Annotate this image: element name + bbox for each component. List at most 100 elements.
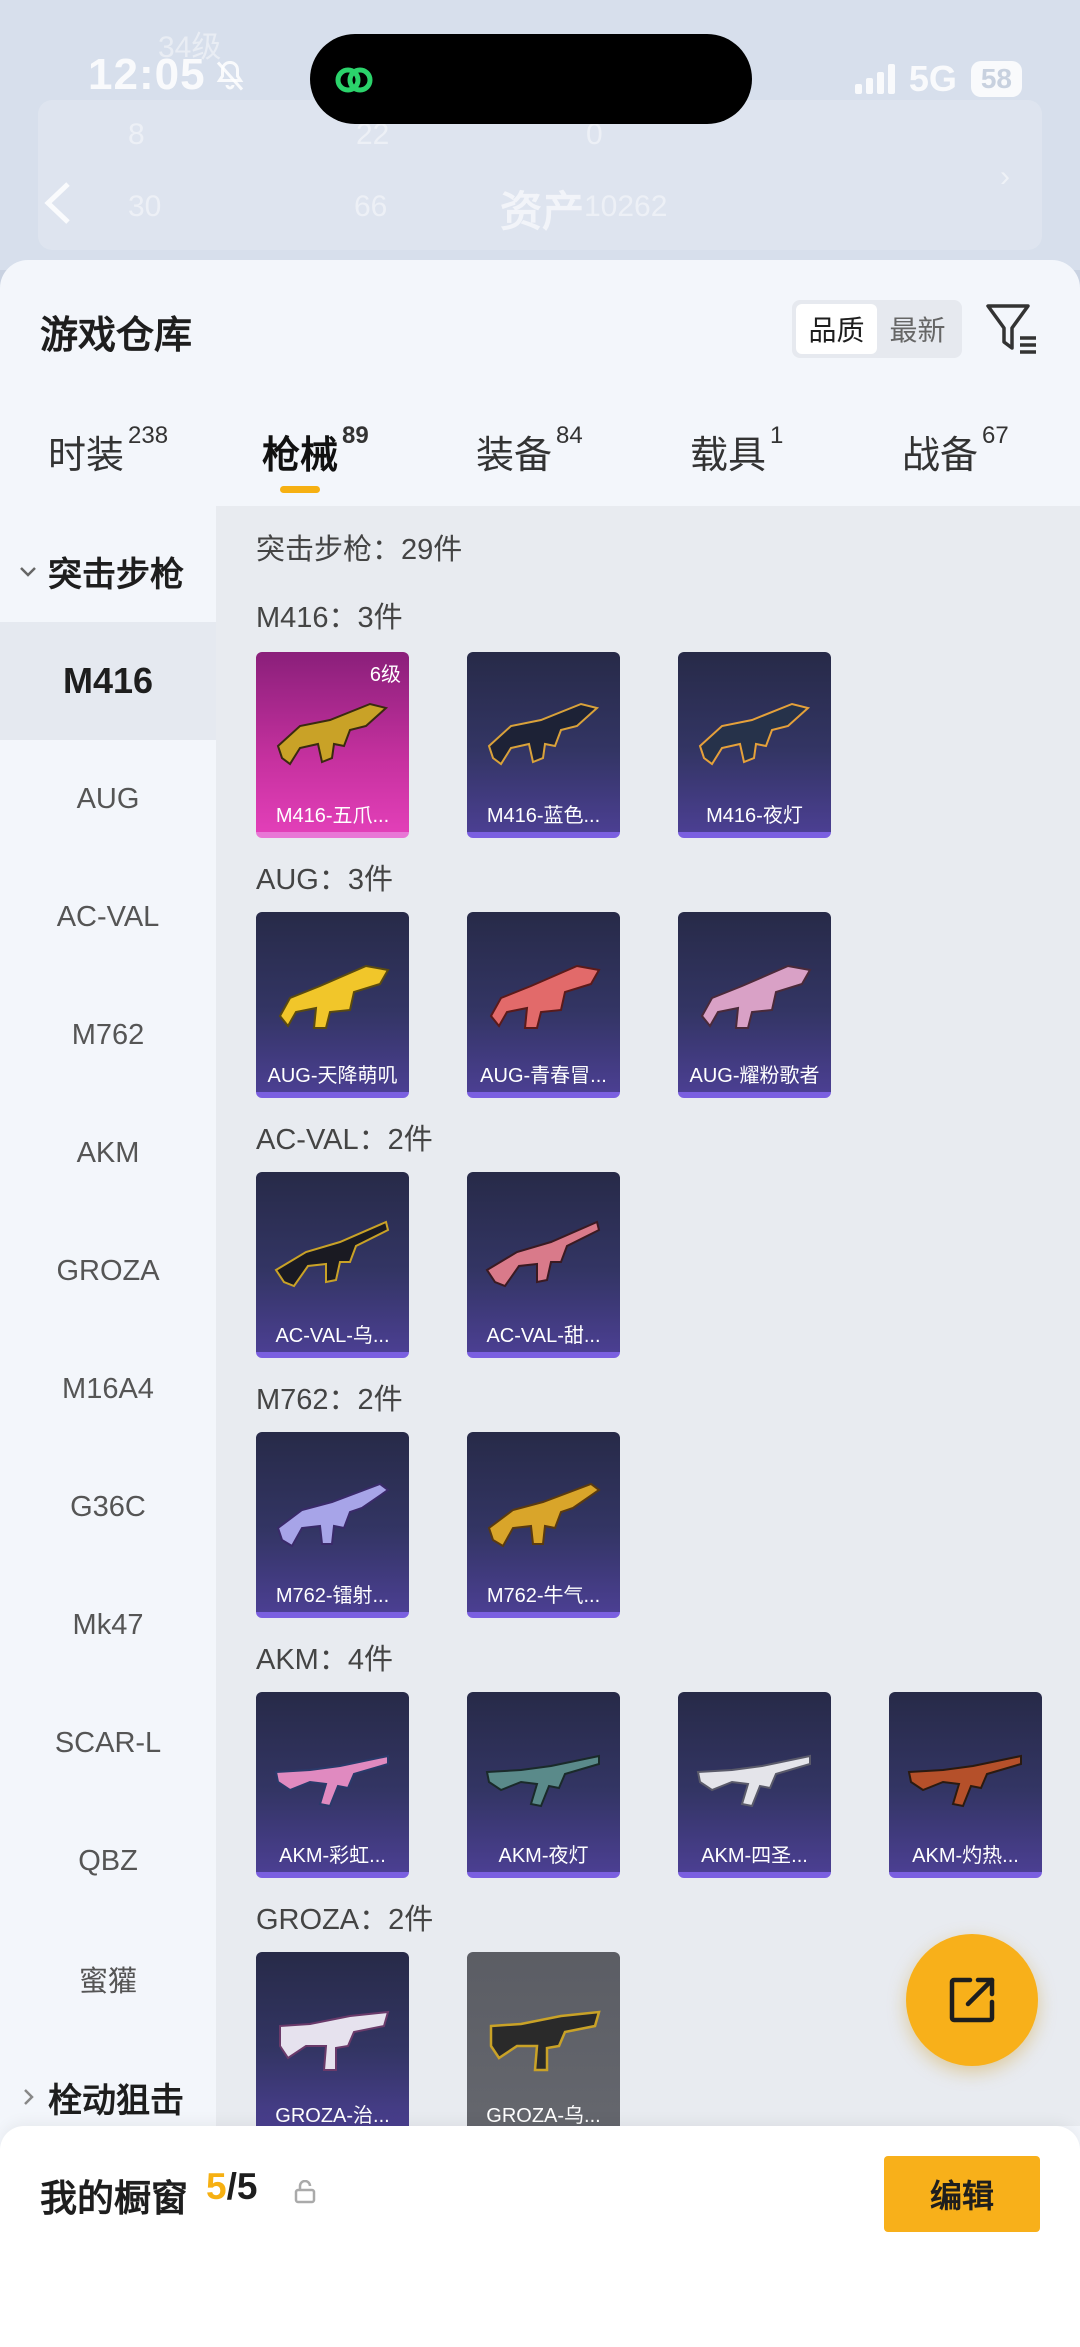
- weapon-card[interactable]: AKM-四圣...: [678, 1692, 831, 1878]
- sidebar-group-label: 栓动狙击: [48, 2081, 184, 2120]
- tab-label: 装备: [476, 435, 553, 477]
- chevron-right-icon: ›: [1000, 160, 1010, 193]
- back-arrow-icon[interactable]: [40, 178, 76, 228]
- sidebar-item-ac-val[interactable]: AC-VAL: [0, 858, 216, 976]
- weapon-name: M416-五爪...: [275, 805, 390, 827]
- sidebar-item-g36c[interactable]: G36C: [0, 1448, 216, 1566]
- share-button[interactable]: [906, 1934, 1038, 2066]
- rifle-icon: [907, 1754, 1022, 1808]
- rifle-icon: [276, 702, 389, 766]
- share-icon: [949, 1977, 995, 2023]
- weapon-card[interactable]: AC-VAL-乌...: [256, 1172, 409, 1358]
- edit-button[interactable]: 编辑: [884, 2156, 1040, 2232]
- section-label: GROZA：2件: [256, 1904, 434, 1936]
- status-icons: 5G 58: [854, 58, 1022, 100]
- tab-equipment[interactable]: 装备 84: [476, 422, 583, 479]
- background-header: 34级 8 22 0 30 66 10262 12:05 5G 58 资产 ›: [0, 0, 1080, 270]
- sidebar-item-m762[interactable]: M762: [0, 976, 216, 1094]
- weapon-grid: 突击步枪：29件 M416：3件 6级 M416-五爪... M416-蓝色..…: [216, 506, 1080, 2138]
- tab-count: 67: [982, 422, 1009, 449]
- section-label: AKM：4件: [256, 1644, 393, 1676]
- level-badge: 6级: [369, 664, 401, 686]
- rifle-icon: [274, 1754, 389, 1808]
- section-label: AC-VAL：2件: [256, 1124, 433, 1156]
- section-label: M762：2件: [256, 1384, 403, 1416]
- weapon-card[interactable]: M416-夜灯: [678, 652, 831, 838]
- weapon-card[interactable]: AUG-青春冒...: [467, 912, 620, 1098]
- weapon-card[interactable]: M762-牛气...: [467, 1432, 620, 1618]
- sidebar-item-mk47[interactable]: Mk47: [0, 1566, 216, 1684]
- filter-icon[interactable]: [984, 300, 1040, 356]
- rifle-icon: [485, 1754, 600, 1808]
- chevron-right-icon: [24, 2089, 34, 2105]
- weapon-card[interactable]: M762-镭射...: [256, 1432, 409, 1618]
- mute-bell-icon: [216, 60, 244, 91]
- weapon-name: AUG-耀粉歌者: [689, 1065, 820, 1087]
- sort-quality-button[interactable]: 品质: [796, 304, 877, 354]
- weapon-card[interactable]: GROZA-乌...: [467, 1952, 620, 2138]
- weapon-name: GROZA-治...: [275, 2105, 390, 2127]
- network-type: 5G: [908, 58, 957, 99]
- weapon-name: M762-镭射...: [275, 1585, 390, 1607]
- weapon-card[interactable]: AKM-夜灯: [467, 1692, 620, 1878]
- background-title: 资产: [500, 188, 585, 235]
- tab-count: 238: [128, 422, 169, 449]
- tab-label: 时装: [48, 435, 125, 477]
- sidebar-item-aug[interactable]: AUG: [0, 740, 216, 858]
- page-title: 游戏仓库: [40, 315, 193, 357]
- rifle-icon: [276, 1482, 390, 1548]
- tab-supplies[interactable]: 战备 67: [902, 422, 1009, 479]
- sidebar-item-akm[interactable]: AKM: [0, 1094, 216, 1212]
- category-summary: 突击步枪：29件: [256, 534, 463, 566]
- chevron-down-icon: [20, 567, 36, 577]
- dynamic-island: [310, 34, 752, 124]
- showcase-count-total: /5: [226, 2166, 258, 2207]
- weapon-name: AUG-天降萌叽: [267, 1065, 398, 1087]
- weapon-card[interactable]: AUG-耀粉歌者: [678, 912, 831, 1098]
- rifle-icon: [279, 2010, 390, 2071]
- lock-icon: [294, 2180, 316, 2204]
- battery-indicator: 58: [970, 61, 1022, 97]
- active-tab-indicator: [280, 486, 320, 493]
- rifle-icon: [278, 964, 390, 1029]
- weapon-name: M416-夜灯: [706, 805, 803, 827]
- sidebar-item-scar-l[interactable]: SCAR-L: [0, 1684, 216, 1802]
- tab-firearms[interactable]: 枪械 89: [262, 422, 369, 479]
- sidebar-item-m16a4[interactable]: M16A4: [0, 1330, 216, 1448]
- weapon-name: GROZA-乌...: [486, 2105, 601, 2127]
- sidebar-item-qbz[interactable]: QBZ: [0, 1802, 216, 1920]
- weapon-card[interactable]: M416-蓝色...: [467, 652, 620, 838]
- rifle-icon: [489, 2010, 601, 2072]
- rifle-icon: [485, 1220, 601, 1288]
- rifle-icon: [700, 964, 812, 1029]
- sidebar-group-assault-rifles[interactable]: 突击步枪: [0, 516, 216, 626]
- sidebar-item-honey-badger[interactable]: 蜜獾: [0, 1920, 216, 2038]
- showcase-count-current: 5: [206, 2166, 227, 2207]
- weapon-name: M762-牛气...: [486, 1585, 601, 1607]
- background-stat: 10262: [584, 190, 668, 223]
- rifle-icon: [698, 702, 811, 766]
- weapon-card[interactable]: AUG-天降萌叽: [256, 912, 409, 1098]
- sidebar-item-groza[interactable]: GROZA: [0, 1212, 216, 1330]
- weapon-card[interactable]: GROZA-治...: [256, 1952, 409, 2138]
- weapon-card[interactable]: AKM-彩虹...: [256, 1692, 409, 1878]
- tab-fashion[interactable]: 时装238: [48, 422, 169, 479]
- sidebar-item-m416[interactable]: M416: [0, 622, 216, 740]
- tab-vehicles[interactable]: 载具 1: [690, 422, 783, 479]
- sort-toggle[interactable]: 品质 最新: [792, 300, 962, 358]
- weapon-name: AKM-彩虹...: [279, 1845, 386, 1867]
- tab-label: 枪械: [262, 435, 339, 477]
- sort-latest-button[interactable]: 最新: [877, 304, 958, 354]
- weapon-name: AC-VAL-乌...: [275, 1325, 390, 1347]
- weapon-name: AUG-青春冒...: [480, 1065, 607, 1087]
- showcase-count: 5/5: [206, 2166, 257, 2208]
- weapon-card[interactable]: AC-VAL-甜...: [467, 1172, 620, 1358]
- weapon-card[interactable]: AKM-灼热...: [889, 1692, 1042, 1878]
- background-stat: 66: [354, 190, 388, 223]
- section-label: M416：3件: [256, 602, 403, 634]
- background-stat: 8: [128, 118, 145, 151]
- weapon-name: AKM-夜灯: [498, 1845, 589, 1867]
- app-link-icon: [335, 67, 373, 93]
- tab-count: 84: [556, 422, 583, 449]
- weapon-card[interactable]: 6级 M416-五爪...: [256, 652, 409, 838]
